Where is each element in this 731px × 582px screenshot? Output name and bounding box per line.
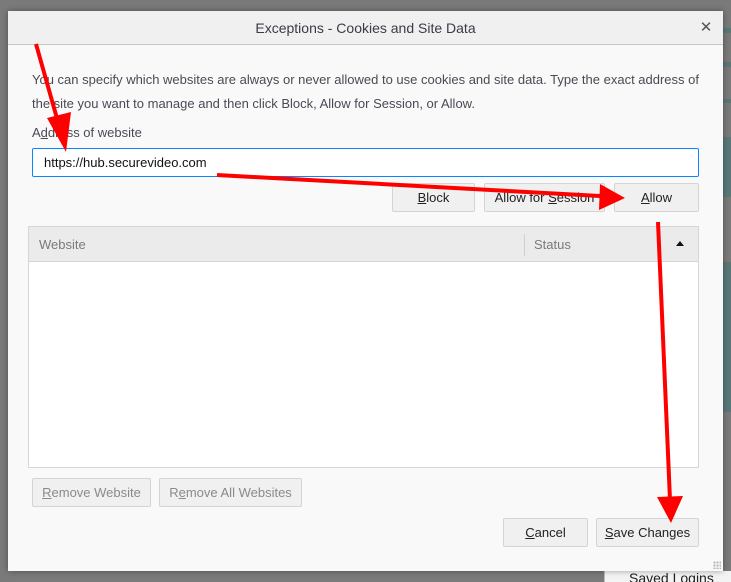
table-body [29,262,698,467]
column-header-status[interactable]: Status [534,227,571,262]
close-icon[interactable]: ✕ [695,11,717,45]
save-changes-button[interactable]: Save Changes [596,518,699,547]
dialog-description: You can specify which websites are alway… [32,72,699,111]
exceptions-dialog: Exceptions - Cookies and Site Data ✕ You… [8,11,723,571]
column-header-website[interactable]: Website [39,227,86,262]
dialog-title: Exceptions - Cookies and Site Data [255,20,476,36]
background-window-edge [723,0,731,582]
remove-website-button[interactable]: Remove Website [32,478,151,507]
saved-logins-text: Saved Logins [629,571,714,582]
cancel-button[interactable]: Cancel [503,518,588,547]
title-bar: Exceptions - Cookies and Site Data ✕ [8,11,723,45]
resize-grip[interactable] [713,561,721,569]
remove-all-websites-button[interactable]: Remove All Websites [159,478,302,507]
table-header: Website Status [29,227,698,262]
allow-for-session-button[interactable]: Allow for Session [484,183,605,212]
sort-ascending-icon[interactable] [676,241,684,246]
address-label: Address of website [32,125,142,140]
address-input[interactable] [32,148,699,177]
exceptions-table: Website Status [28,226,699,468]
allow-button[interactable]: Allow [614,183,699,212]
column-separator[interactable] [524,234,525,256]
block-button[interactable]: Block [392,183,475,212]
background-saved-logins: Saved Logins [604,571,731,582]
